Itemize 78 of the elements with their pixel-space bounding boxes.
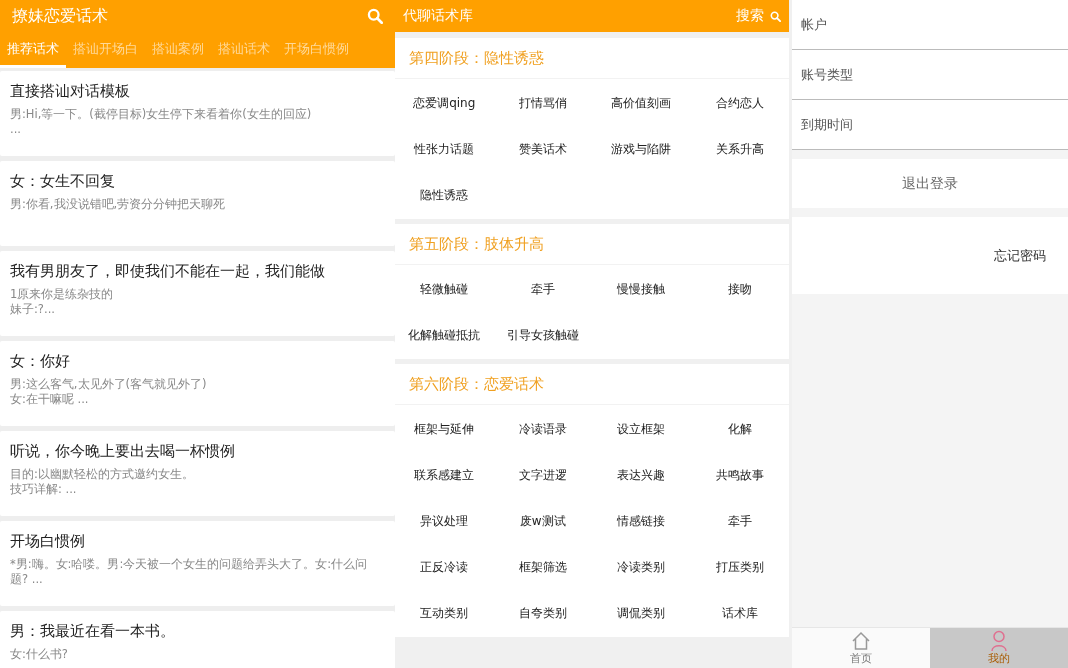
topic-item[interactable]: 化解: [727, 420, 752, 438]
nav-tab[interactable]: 首页: [792, 628, 930, 668]
app-title: 代聊话术库: [403, 7, 473, 25]
card-title: 听说，你今晚上要出去喝一杯惯例: [10, 442, 236, 461]
topic-item[interactable]: 调侃类别: [617, 604, 666, 622]
field-label: 到期时间: [801, 115, 853, 134]
topic-item[interactable]: 联系感建立: [414, 466, 475, 484]
card-text: 男:Hi,等一下。(截停目标)女生停下来看着你(女生的回应): [10, 107, 313, 122]
list-card[interactable]: 男：我最近在看一本书。 女:什么书?: [0, 611, 395, 668]
card-title: 直接搭讪对话模板: [10, 82, 131, 101]
section-heading: 第四阶段：隐性诱惑: [395, 38, 789, 79]
topic-item[interactable]: 正反冷读: [420, 558, 469, 576]
topic-item[interactable]: 赞美话术: [518, 140, 567, 158]
card-text: 男:这么客气,太见外了(客气就见外了): [10, 377, 208, 392]
card-text: 1原来你是练杂技的: [10, 287, 115, 302]
card-text: 男:你看,我没说错吧,劳资分分钟把天聊死: [10, 197, 227, 212]
topic-item[interactable]: 共鸣故事: [715, 466, 764, 484]
topic-item[interactable]: 关系升高: [715, 140, 764, 158]
field-label: 帐户: [801, 15, 827, 34]
topic-item[interactable]: 轻微触碰: [420, 280, 469, 298]
topic-item[interactable]: 牵手: [530, 280, 555, 298]
card-text: 目的:以幽默轻松的方式邀约女生。: [10, 467, 195, 482]
card-title: 女：女生不回复: [10, 172, 116, 191]
card-text: 女:什么书?: [10, 647, 69, 662]
topic-item[interactable]: 文字进逻: [518, 466, 567, 484]
topic-item[interactable]: 恋爱调qing: [413, 94, 476, 112]
forgot-password-link[interactable]: 忘记密码: [792, 217, 1068, 294]
topic-item[interactable]: 冷读类别: [617, 558, 666, 576]
list-card[interactable]: 开场白惯例 *男:嗨。女:哈喽。男:今天被一个女生的问题给弄头大了。女:什么问题? ...: [0, 521, 395, 606]
topic-item[interactable]: 设立框架: [617, 420, 666, 438]
topic-item[interactable]: 隐性诱惑: [420, 186, 469, 204]
topic-item[interactable]: 自夸类别: [518, 604, 567, 622]
topic-item[interactable]: 打压类别: [715, 558, 764, 576]
account-field[interactable]: 账号类型: [792, 50, 1068, 100]
list-card[interactable]: 女：女生不回复 男:你看,我没说错吧,劳资分分钟把天聊死: [0, 161, 395, 246]
search-icon: [770, 10, 781, 22]
section-heading: 第五阶段：肢体升高: [395, 224, 789, 265]
topic-item[interactable]: 慢慢接触: [617, 280, 666, 298]
topic-item[interactable]: 表达兴趣: [617, 466, 666, 484]
topic-item[interactable]: 冷读语录: [518, 420, 567, 438]
topic-item[interactable]: 异议处理: [420, 512, 469, 530]
topic-item[interactable]: 化解触碰抵抗: [408, 326, 481, 344]
list-card[interactable]: 我有男朋友了，即使我们不能在一起，我们能做 1原来你是练杂技的 妹子:?...: [0, 251, 395, 336]
list-card[interactable]: 直接搭讪对话模板 男:Hi,等一下。(截停目标)女生停下来看着你(女生的回应) ...: [0, 71, 395, 156]
topic-item[interactable]: 性张力话题: [414, 140, 475, 158]
topic-item[interactable]: 高价值刻画: [611, 94, 672, 112]
topic-item[interactable]: 情感链接: [617, 512, 666, 530]
search-icon[interactable]: [367, 8, 383, 24]
card-title: 开场白惯例: [10, 532, 86, 551]
card-title: 女：你好: [10, 352, 71, 371]
section-heading: 第六阶段：恋爱话术: [395, 364, 789, 405]
topic-item[interactable]: 游戏与陷阱: [611, 140, 672, 158]
field-label: 账号类型: [801, 65, 853, 84]
account-field[interactable]: 到期时间: [792, 100, 1068, 150]
person-icon: [988, 630, 1010, 652]
logout-button[interactable]: 退出登录: [792, 159, 1068, 208]
card-title: 我有男朋友了，即使我们不能在一起，我们能做: [10, 262, 326, 281]
topic-item[interactable]: 牵手: [727, 512, 752, 530]
topic-item[interactable]: 打情骂俏: [518, 94, 567, 112]
topic-item[interactable]: 框架筛选: [518, 558, 567, 576]
topic-item[interactable]: 互动类别: [420, 604, 469, 622]
card-text: ...: [10, 122, 22, 137]
account-field[interactable]: 帐户: [792, 0, 1068, 50]
card-text: 女:在干嘛呢 ...: [10, 392, 90, 407]
home-icon: [850, 630, 872, 652]
topic-item[interactable]: 废w测试: [519, 512, 566, 530]
list-card[interactable]: 女：你好 男:这么客气,太见外了(客气就见外了) 女:在干嘛呢 ...: [0, 341, 395, 426]
topic-item[interactable]: 话术库: [721, 604, 758, 622]
card-title: 男：我最近在看一本书。: [10, 622, 176, 641]
card-text: 技巧详解: ...: [10, 482, 78, 497]
list-card[interactable]: 听说，你今晚上要出去喝一杯惯例 目的:以幽默轻松的方式邀约女生。 技巧详解: ...: [0, 431, 395, 516]
app-title: 撩妹恋爱话术: [12, 5, 108, 27]
topic-item[interactable]: 引导女孩触碰: [506, 326, 579, 344]
topic-item[interactable]: 合约恋人: [715, 94, 764, 112]
card-text: 妹子:?...: [10, 302, 56, 317]
card-text: *男:嗨。女:哈喽。男:今天被一个女生的问题给弄头大了。女:什么问题? ...: [10, 557, 369, 587]
topic-item[interactable]: 接吻: [727, 280, 752, 298]
topic-item[interactable]: 框架与延伸: [414, 420, 475, 438]
